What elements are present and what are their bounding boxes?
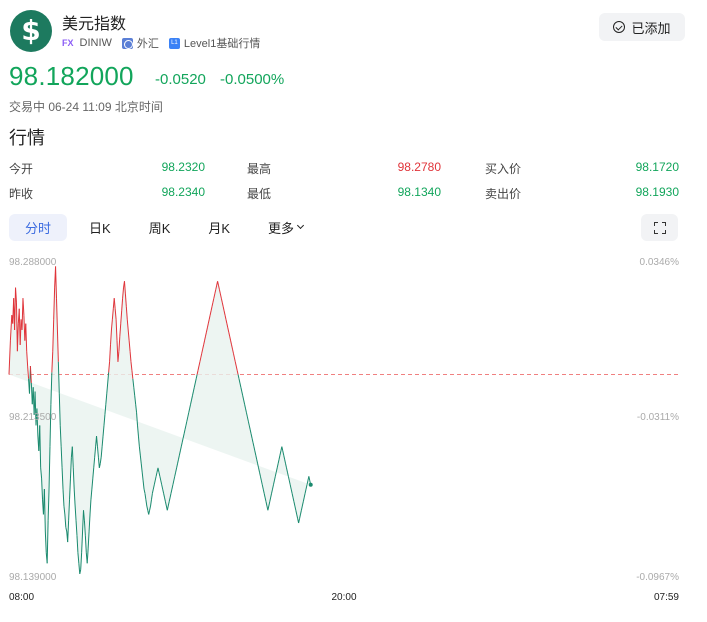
instrument-code: DINIW [79, 37, 112, 49]
x-tick-start: 08:00 [9, 592, 34, 603]
tab-intraday[interactable]: 分时 [9, 214, 68, 241]
stat-label-bid: 买入价 [485, 162, 522, 176]
y-left-tick-mid: 98.213500 [9, 412, 57, 423]
header: $ 美元指数 FX DINIW 外汇 L1 Level1基础行情 [10, 8, 700, 54]
instrument-tags: FX DINIW 外汇 L1 Level1基础行情 [62, 35, 260, 51]
level1-icon: L1 [168, 37, 180, 49]
intraday-chart: 98.288000 98.213500 98.139000 0.0346% -0… [8, 257, 680, 603]
price-line-segment [257, 463, 260, 468]
price-line-segment [50, 372, 53, 405]
level-label: Level1基础行情 [183, 38, 261, 50]
chart-period-tabs: 分时 日K 周K 月K 更多 [9, 214, 325, 241]
fullscreen-button[interactable] [641, 214, 678, 241]
stat-label-prev-close: 昨收 [9, 187, 34, 201]
stat-value-open: 98.2320 [161, 160, 205, 174]
stat-label-high: 最高 [247, 162, 272, 176]
chevron-down-icon [297, 221, 305, 230]
tab-more[interactable]: 更多 [252, 214, 319, 241]
globe-icon [121, 37, 133, 49]
instrument-title: 美元指数 [62, 14, 127, 33]
price-change: -0.0520 [155, 71, 206, 88]
last-price: 98.182000 [9, 61, 134, 91]
fx-tag: FX [62, 38, 74, 48]
logo-symbol: $ [21, 14, 41, 47]
x-tick-end: 07:59 [654, 592, 679, 603]
stat-label-open: 今开 [9, 162, 34, 176]
y-right-tick-bottom: -0.0967% [636, 572, 679, 583]
stat-value-low: 98.1340 [397, 185, 441, 199]
price-change-percent: -0.0500% [220, 71, 285, 88]
y-left-tick-bottom: 98.139000 [9, 572, 57, 583]
price-line-segment [306, 480, 309, 485]
last-price-point [308, 482, 313, 487]
tab-more-label: 更多 [268, 221, 295, 236]
price-line-segment [104, 404, 107, 415]
stat-label-ask: 卖出价 [485, 187, 522, 201]
stat-value-bid: 98.1720 [635, 160, 679, 174]
y-left-tick-top: 98.288000 [9, 257, 57, 268]
y-right-tick-mid: -0.0311% [637, 412, 679, 423]
fullscreen-icon [653, 221, 666, 234]
section-title: 行情 [9, 128, 45, 148]
stat-value-high: 98.2780 [397, 160, 441, 174]
stat-label-low: 最低 [247, 187, 272, 201]
tab-monthly[interactable]: 月K [192, 214, 246, 241]
market-label: 外汇 [136, 38, 159, 50]
stat-value-ask: 98.1930 [635, 185, 679, 199]
x-tick-mid: 20:00 [331, 592, 356, 603]
trading-status: 交易中 06-24 11:09 北京时间 [9, 100, 163, 114]
check-circle-icon [613, 21, 626, 33]
tab-weekly[interactable]: 周K [133, 214, 187, 241]
added-watchlist-button[interactable]: 已添加 [599, 13, 685, 41]
stat-value-prev-close: 98.2340 [161, 185, 205, 199]
added-label: 已添加 [631, 20, 671, 36]
dollar-logo-icon: $ [10, 10, 52, 52]
y-right-tick-top: 0.0346% [640, 257, 680, 268]
tab-daily[interactable]: 日K [73, 214, 127, 241]
price-line-segment [136, 412, 139, 426]
